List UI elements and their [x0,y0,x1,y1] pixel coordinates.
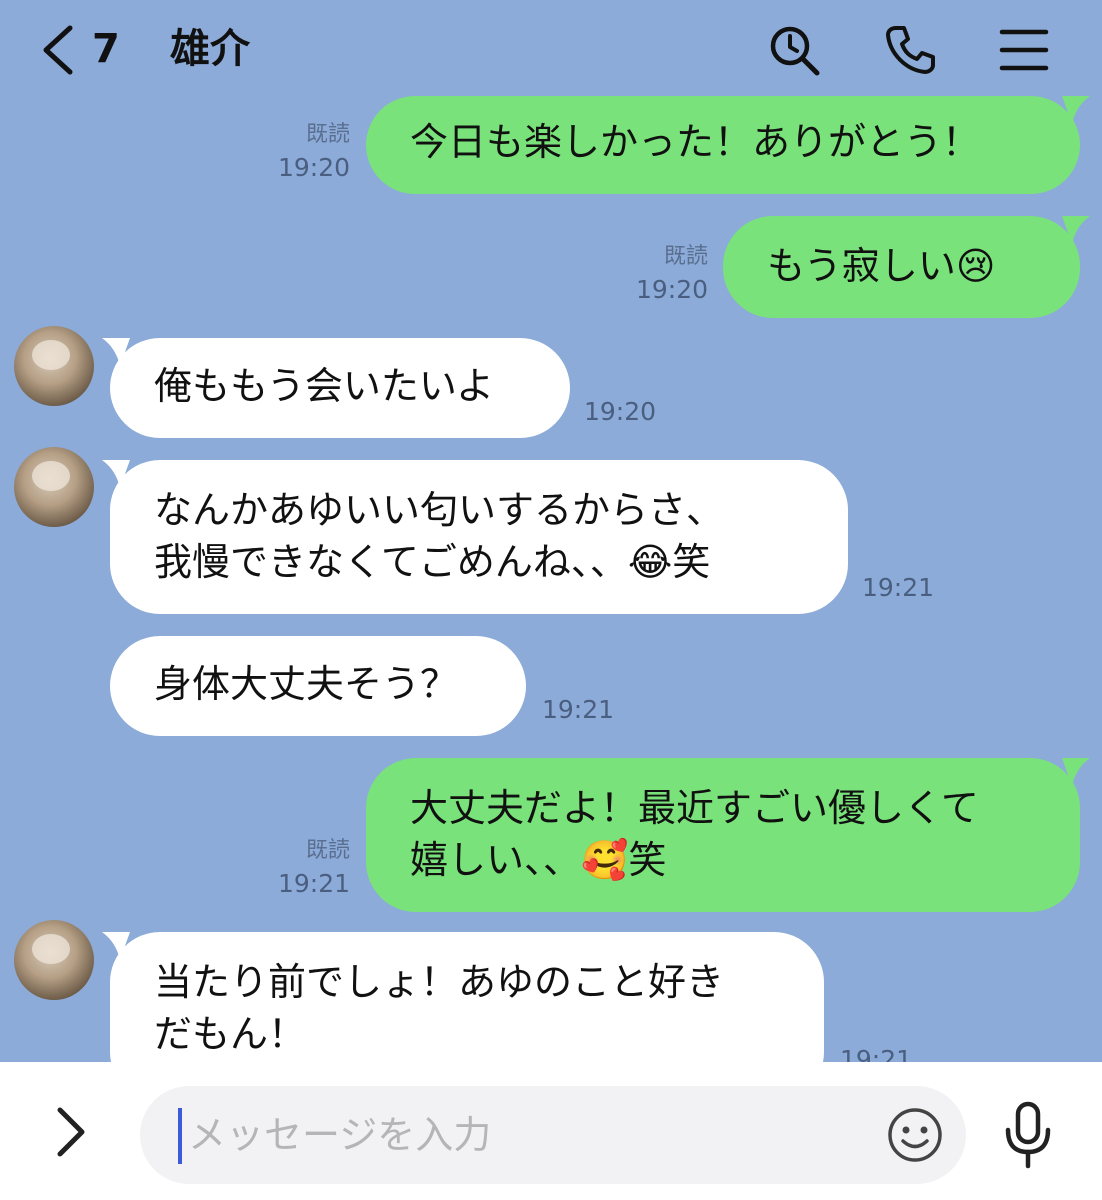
menu-button[interactable] [994,20,1054,80]
read-receipt: 既読 [305,122,350,147]
message-bubble[interactable]: なんかあゆいい匂いするからさ、 我慢できなくてごめんね、、😂笑 [110,460,848,614]
message-bubble[interactable]: 今日も楽しかった！ありがとう！ [366,96,1080,194]
message-bubble[interactable]: 俺ももう会いたいよ [110,338,570,438]
message-time: 19:21 [277,869,350,898]
expand-chevron-icon[interactable] [46,1102,96,1162]
emoji-icon[interactable] [886,1106,944,1164]
microphone-icon[interactable] [996,1100,1060,1170]
message-time: 19:20 [635,275,708,304]
call-button[interactable] [880,20,940,80]
message-input[interactable] [186,1104,870,1166]
search-icon [770,26,820,76]
menu-icon [999,29,1049,71]
bubble-tail [1062,216,1090,244]
message-time: 19:20 [584,397,657,426]
message-bubble[interactable]: 大丈夫だよ！最近すごい優しくて 嬉しい、、🥰笑 [366,758,1080,912]
chat-title: 雄介 [170,26,250,72]
message-time: 19:21 [862,573,935,602]
text-caret [178,1108,182,1164]
back-chevron-icon[interactable] [38,22,78,78]
message-time: 19:21 [542,695,615,724]
bubble-tail [1062,96,1090,124]
unread-count[interactable]: 7 [92,22,120,76]
message-bubble[interactable]: 身体大丈夫そう？ [110,636,526,736]
message-time: 19:20 [277,153,350,182]
chat-header: 7 雄介 [0,0,1102,100]
read-receipt: 既読 [305,838,350,863]
search-button[interactable] [764,20,824,80]
message-input-bar [0,1062,1102,1200]
contact-avatar[interactable] [14,447,94,527]
phone-icon [886,26,935,74]
contact-avatar[interactable] [14,920,94,1000]
bubble-tail [1062,758,1090,786]
contact-avatar[interactable] [14,326,94,406]
message-bubble[interactable]: もう寂しい😢 [723,216,1080,318]
read-receipt: 既読 [663,244,708,269]
message-input-container[interactable] [140,1086,966,1184]
